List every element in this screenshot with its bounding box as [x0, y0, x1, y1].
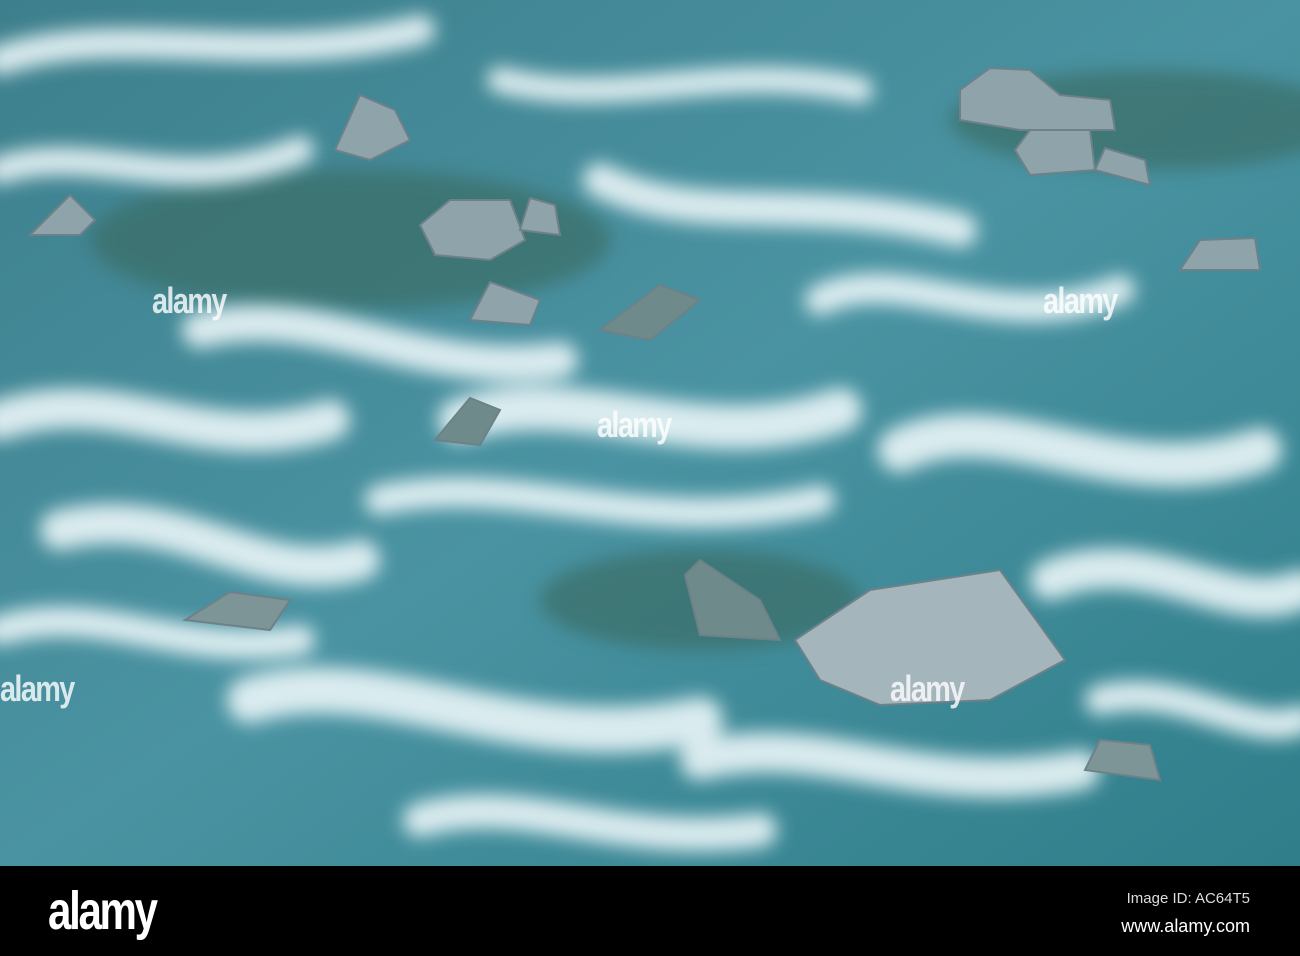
- website-link[interactable]: www.alamy.com: [1121, 916, 1250, 937]
- footer-bar: alamy Image ID: AC64T5 www.alamy.com: [0, 866, 1300, 956]
- watermark: alamy: [152, 280, 227, 321]
- watermark: alamy: [597, 404, 672, 445]
- stock-photo-page: alamy alamy alamy alamy alamy alamy Imag…: [0, 0, 1300, 956]
- alamy-logo: alamy: [48, 881, 158, 941]
- watermark: alamy: [1043, 280, 1118, 321]
- image-id-label: Image ID: AC64T5: [1126, 890, 1250, 907]
- watermark: alamy: [890, 668, 965, 709]
- watermark: alamy: [0, 668, 75, 709]
